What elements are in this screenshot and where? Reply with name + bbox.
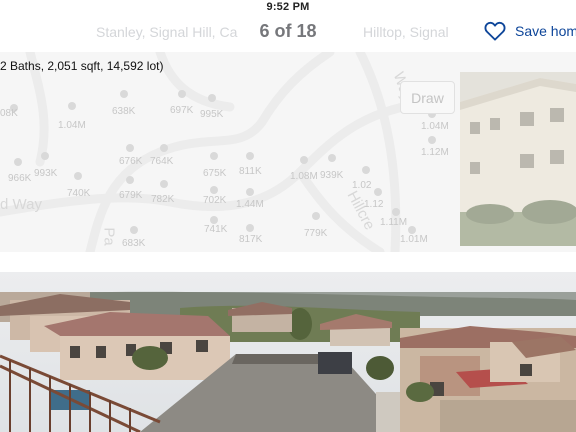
map-price: 782K	[151, 194, 175, 205]
map-price: 939K	[320, 170, 344, 181]
street-label: Pa	[100, 227, 118, 246]
map-pin[interactable]	[362, 166, 370, 174]
map-pin[interactable]	[126, 144, 134, 152]
map-pin[interactable]	[246, 224, 254, 232]
listing-summary-text: 2 Baths, 2,051 sqft, 14,592 lot)	[0, 59, 164, 73]
map-price: 1.44M	[236, 199, 264, 210]
map-pin[interactable]	[120, 90, 128, 98]
map-pin[interactable]	[300, 156, 308, 164]
map-price: 741K	[204, 224, 228, 235]
map-pin[interactable]	[210, 216, 218, 224]
map-price: 702K	[203, 195, 227, 206]
save-home-button[interactable]: Save hom	[484, 21, 576, 41]
map-pin[interactable]	[41, 152, 49, 160]
map-price: 1.04M	[421, 121, 449, 132]
map-pin[interactable]	[208, 94, 216, 102]
map-price: 764K	[150, 156, 174, 167]
map-price: 638K	[112, 106, 136, 117]
map-pin[interactable]	[74, 172, 82, 180]
map-price: 683K	[122, 238, 146, 249]
map-pin[interactable]	[210, 152, 218, 160]
map-price: 779K	[304, 228, 328, 239]
map-price: 1.01M	[400, 234, 428, 245]
status-bar: 9:52 PM	[0, 0, 576, 14]
map-pin[interactable]	[312, 212, 320, 220]
map-price: 1.12	[364, 199, 384, 210]
heart-outline-icon	[484, 21, 506, 41]
draw-button[interactable]: Draw	[400, 81, 455, 114]
map-price: 679K	[119, 190, 143, 201]
map-pin[interactable]	[14, 158, 22, 166]
map-pin[interactable]	[160, 180, 168, 188]
map-price: 1.08M	[290, 171, 318, 182]
building-photo	[460, 72, 576, 246]
map-pin[interactable]	[178, 90, 186, 98]
map-pin[interactable]	[210, 186, 218, 194]
map-pin[interactable]	[408, 226, 416, 234]
map-pin[interactable]	[126, 176, 134, 184]
photo-viewer-header: Stanley, Signal Hill, Ca Hilltop, Signal…	[0, 14, 576, 52]
panorama-photo	[0, 272, 576, 432]
status-time: 9:52 PM	[266, 1, 310, 13]
map-price: 1.04M	[58, 120, 86, 131]
map-price: 1.11M	[380, 217, 408, 228]
map-price: 697K	[170, 105, 194, 116]
photo-gap	[0, 252, 576, 272]
map-pin[interactable]	[246, 188, 254, 196]
map-price: 817K	[239, 234, 263, 245]
map-price: 811K	[239, 166, 262, 177]
map-pin[interactable]	[428, 136, 436, 144]
map-price: 675K	[203, 168, 227, 179]
street-label: d Way	[0, 196, 42, 213]
map-price: 995K	[200, 109, 224, 120]
map-price: 993K	[34, 168, 58, 179]
map-price: 740K	[67, 188, 91, 199]
map-price: 1.12M	[421, 147, 449, 158]
map-pin[interactable]	[246, 152, 254, 160]
map-price: 1.02	[352, 180, 372, 191]
map-pin[interactable]	[328, 154, 336, 162]
map-pin[interactable]	[68, 102, 76, 110]
map-pin[interactable]	[160, 144, 168, 152]
map-background: 2 Baths, 2,051 sqft, 14,592 lot) d Way H…	[0, 52, 576, 252]
save-home-label: Save hom	[515, 23, 576, 39]
map-price: 966K	[8, 173, 32, 184]
map-pin[interactable]	[392, 208, 400, 216]
map-pin[interactable]	[374, 188, 382, 196]
map-pin[interactable]	[130, 226, 138, 234]
map-price: 08K	[0, 108, 18, 119]
map-price: 676K	[119, 156, 143, 167]
